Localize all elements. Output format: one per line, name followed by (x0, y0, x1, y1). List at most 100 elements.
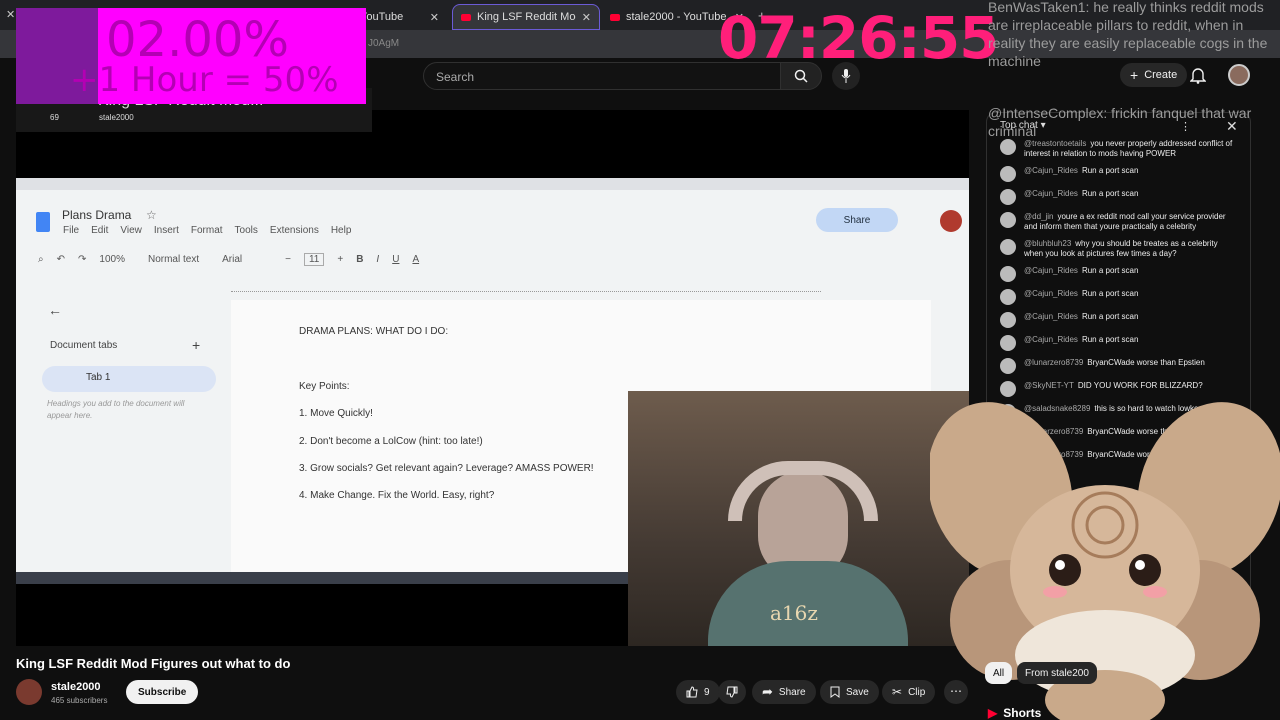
doc-share-button: Share (816, 208, 898, 232)
chat-avatar[interactable] (1000, 289, 1016, 305)
mini-player-channel: stale2000 (99, 113, 134, 122)
chat-text: Run a port scan (1081, 335, 1139, 344)
chat-message: @bluhbluh23 why you should be treates as … (1000, 239, 1236, 259)
close-icon[interactable]: ✕ (430, 11, 439, 24)
create-label: Create (1144, 69, 1178, 81)
bookmark-icon (830, 686, 840, 698)
chat-avatar[interactable] (1000, 358, 1016, 374)
font-size-box: 11 (303, 252, 325, 266)
chip-label: From stale200 (1025, 667, 1089, 679)
subscribe-button[interactable]: Subscribe (126, 680, 199, 704)
bold-icon: B (356, 253, 364, 265)
chat-text: Run a port scan (1081, 312, 1139, 321)
chat-author[interactable]: @Cajun_Rides (1024, 335, 1078, 344)
shared-browser-strip (16, 178, 969, 190)
shorts-section-header: ▶ Shorts (988, 706, 1041, 720)
shorts-icon: ▶ (988, 706, 998, 720)
chat-text: Run a port scan (1081, 166, 1139, 175)
chat-author[interactable]: @Cajun_Rides (1024, 166, 1078, 175)
video-title: King LSF Reddit Mod Figures out what to … (16, 656, 291, 671)
menu-item: View (120, 225, 142, 236)
menu-item: Extensions (269, 225, 319, 236)
chat-avatar[interactable] (1000, 266, 1016, 282)
browser-tab-active[interactable]: King LSF Reddit Mod Figur ✕ (452, 4, 600, 30)
like-button[interactable]: 9 (676, 680, 720, 704)
chat-message-body: @treastontoetails you never properly addr… (1024, 139, 1236, 159)
youtube-favicon-icon (461, 13, 471, 21)
chat-message: @Cajun_Rides Run a port scan (1000, 312, 1236, 328)
back-arrow-icon: ← (48, 302, 62, 318)
chat-text: Run a port scan (1081, 266, 1139, 275)
chat-author[interactable]: @Cajun_Rides (1024, 266, 1078, 275)
search-placeholder: Search (436, 70, 475, 84)
chip-from-channel[interactable]: From stale200 (1017, 662, 1097, 684)
chat-message: @lunarzero8739 BryanCWade worse than Epst… (1000, 358, 1236, 374)
chat-avatar[interactable] (1000, 381, 1016, 397)
menu-item: Edit (91, 225, 109, 236)
chat-author[interactable]: @bluhbluh23 (1024, 239, 1071, 248)
doc-line: DRAMA PLANS: WHAT DO I DO: (299, 326, 449, 337)
dislike-button[interactable] (718, 680, 746, 704)
chat-message: @dd_jin youre a ex reddit mod call your s… (1000, 212, 1236, 232)
chat-author[interactable]: @Cajun_Rides (1024, 312, 1078, 321)
plus-icon: + (337, 253, 344, 265)
chat-avatar[interactable] (1000, 212, 1016, 228)
chat-avatar[interactable] (1000, 335, 1016, 351)
webcam-feed: a16z (628, 391, 969, 646)
clip-button[interactable]: ✂ Clip (882, 680, 936, 704)
browser-tab-youtube[interactable]: YouTube ✕ (352, 4, 447, 30)
video-player[interactable]: Plans Drama ☆ File Edit View Insert Form… (16, 110, 969, 646)
underline-icon: U (392, 253, 400, 265)
moth-mascot-image (930, 402, 1280, 720)
style-select: Normal text (147, 253, 200, 265)
chat-author[interactable]: @Cajun_Rides (1024, 289, 1078, 298)
font-select: Arial (222, 253, 243, 265)
chat-author[interactable]: @Cajun_Rides (1024, 189, 1078, 198)
youtube-favicon-icon (610, 13, 620, 21)
chat-avatar[interactable] (1000, 239, 1016, 255)
chat-avatar[interactable] (1000, 189, 1016, 205)
chat-message-body: @Cajun_Rides Run a port scan (1024, 166, 1138, 182)
menu-item: Help (330, 225, 352, 236)
menu-item: Tools (234, 225, 258, 236)
chat-message-body: @dd_jin youre a ex reddit mod call your s… (1024, 212, 1236, 232)
save-button[interactable]: Save (820, 680, 879, 704)
like-count: 9 (704, 686, 710, 698)
chat-text: youre a ex reddit mod call your service … (1024, 212, 1226, 231)
close-icon[interactable]: ✕ (582, 11, 591, 24)
menu-item: Insert (153, 225, 179, 236)
menu-item: File (63, 225, 80, 236)
minus-icon: − (285, 253, 291, 265)
chat-message-body: @Cajun_Rides Run a port scan (1024, 289, 1138, 305)
chat-avatar[interactable] (1000, 312, 1016, 328)
window-x-icon[interactable]: ✕ (6, 8, 15, 21)
chat-message: @Cajun_Rides Run a port scan (1000, 189, 1236, 205)
chat-avatar[interactable] (1000, 139, 1016, 155)
chat-author[interactable]: @SkyNET-YT (1024, 381, 1074, 390)
chip-label: All (993, 667, 1005, 679)
docs-logo-icon (36, 212, 50, 232)
share-arrow-icon: ➦ (762, 684, 773, 699)
channel-avatar[interactable] (16, 679, 42, 705)
doc-toolbar: ⌕ ↶ ↷ 100% Normal text Arial − 11 + B I … (38, 250, 938, 268)
redo-icon: ↷ (78, 253, 87, 265)
chat-message-body: @Cajun_Rides Run a port scan (1024, 266, 1138, 282)
chat-author[interactable]: @dd_jin (1024, 212, 1053, 221)
chat-author[interactable]: @lunarzero8739 (1024, 358, 1083, 367)
chat-avatar[interactable] (1000, 166, 1016, 182)
channel-name[interactable]: stale2000 (51, 681, 101, 693)
thumbs-down-icon (726, 686, 738, 698)
chip-all[interactable]: All (985, 662, 1013, 684)
chat-text: DID YOU WORK FOR BLIZZARD? (1077, 381, 1203, 390)
stream-clock: 07:26:55 (718, 4, 1000, 72)
doc-ruler (231, 280, 821, 292)
chat-message-body: @SkyNET-YT DID YOU WORK FOR BLIZZARD? (1024, 381, 1203, 397)
subathon-rule: +1 Hour = 50% (70, 60, 339, 100)
menu-item: Format (190, 225, 223, 236)
chat-message-body: @Cajun_Rides Run a port scan (1024, 189, 1138, 205)
chat-author[interactable]: @treastontoetails (1024, 139, 1086, 148)
doc-menu-bar: File Edit View Insert Format Tools Exten… (63, 225, 351, 236)
italic-icon: I (376, 253, 380, 265)
share-button[interactable]: ➦ Share (752, 680, 816, 704)
chat-text: Run a port scan (1081, 189, 1139, 198)
